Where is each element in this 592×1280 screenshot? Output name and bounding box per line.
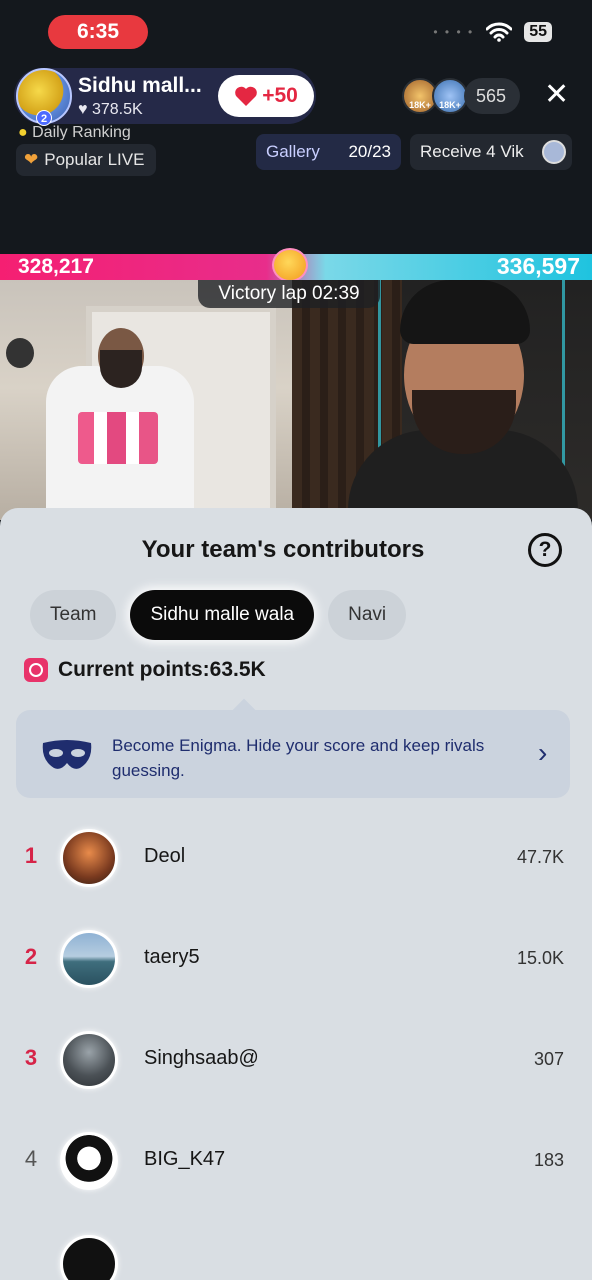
victory-lap-timer: Victory lap 02:39 [198, 280, 380, 308]
heart-icon [235, 86, 257, 106]
gallery-count: 20/23 [348, 142, 391, 161]
rank-number: 3 [24, 1045, 38, 1070]
receive-chip[interactable]: Receive 4 Vik [410, 134, 572, 170]
receive-label: Receive 4 Vik [420, 142, 524, 161]
tab-team[interactable]: Team [30, 590, 117, 640]
daily-ranking-label: Daily Ranking [32, 124, 131, 140]
battle-emoji-icon [272, 248, 308, 282]
wifi-icon [486, 22, 513, 42]
video-prop [6, 338, 34, 368]
status-icons: • • • • 55 [433, 22, 552, 42]
avatar[interactable] [60, 1235, 118, 1280]
tab-sidhu-malle-wala[interactable]: Sidhu malle wala [130, 590, 315, 640]
left-host-video[interactable] [0, 280, 292, 520]
contributor-name: Deol [144, 845, 186, 867]
follow-button[interactable]: +50 [218, 75, 314, 117]
list-item[interactable] [0, 1227, 592, 1280]
host-name: Sidhu mall... [78, 74, 202, 97]
top-viewers[interactable]: 18K+ 18K+ 565 [402, 78, 521, 114]
tab-navi[interactable]: Navi [328, 590, 407, 640]
signal-dots-icon: • • • • [433, 25, 475, 39]
list-item[interactable]: 4 BIG_K47 183 [0, 1126, 592, 1196]
team-tabs: Team Sidhu malle wala Navi [30, 590, 407, 640]
contributor-score: 307 [533, 1049, 564, 1069]
mask-icon [42, 740, 92, 769]
rank-number: 1 [24, 843, 38, 868]
rank-number: 2 [24, 944, 38, 969]
host-likes: ♥ 378.5K [78, 101, 143, 119]
avatar[interactable] [60, 1031, 118, 1089]
contributor-name: taery5 [144, 946, 200, 968]
daily-ranking[interactable]: ● Daily Ranking [18, 124, 131, 140]
popular-live-label: Popular LIVE [44, 150, 145, 169]
follow-label: +50 [262, 84, 298, 107]
avatar[interactable] [60, 829, 118, 887]
alarm-clock-icon [24, 658, 48, 682]
contributor-name: BIG_K47 [144, 1148, 226, 1170]
gallery-chip[interactable]: Gallery 20/23 [256, 134, 401, 170]
panel-title: Your team's contributors [141, 536, 425, 563]
right-host-video[interactable] [292, 280, 592, 520]
status-time: 6:35 [48, 15, 148, 49]
list-item[interactable]: 2 taery5 15.0K [0, 924, 592, 994]
rank-number: 4 [24, 1146, 38, 1171]
contributor-score: 15.0K [516, 948, 564, 968]
enigma-banner[interactable]: Become Enigma. Hide your score and keep … [16, 710, 570, 798]
contributor-name: Singhsaab@ [144, 1047, 259, 1069]
list-item[interactable]: 3 Singhsaab@ 307 [0, 1025, 592, 1095]
enigma-text: Become Enigma. Hide your score and keep … [112, 736, 485, 780]
host-likes-count: 378.5K [91, 101, 143, 118]
battery-indicator: 55 [524, 22, 552, 42]
right-team-score: 336,597 [496, 253, 580, 279]
help-icon[interactable]: ? [528, 533, 562, 567]
current-points: Current points:63.5K [24, 658, 266, 682]
shirt-print [78, 412, 158, 464]
contributors-panel: Your team's contributors ? Team Sidhu ma… [0, 508, 592, 1280]
gallery-label: Gallery [266, 142, 320, 161]
list-item[interactable]: 1 Deol 47.7K [0, 823, 592, 893]
close-icon[interactable]: ✕ [544, 80, 569, 110]
broken-heart-icon: ❤ [24, 150, 39, 169]
streamer-cap [400, 280, 530, 344]
left-team-score: 328,217 [18, 255, 94, 278]
viewer-count[interactable]: 565 [464, 78, 521, 114]
viewer-avatar[interactable]: 18K+ [432, 78, 468, 114]
ranking-dot-icon: ● [18, 124, 33, 140]
contributor-score: 183 [533, 1150, 564, 1170]
popular-live-chip[interactable]: ❤ Popular LIVE [16, 144, 157, 176]
contributor-score: 47.7K [516, 847, 564, 867]
avatar[interactable] [60, 930, 118, 988]
avatar[interactable] [60, 1132, 118, 1190]
current-points-label: Current points:63.5K [58, 658, 266, 681]
chevron-right-icon[interactable]: › [538, 737, 547, 769]
badge-icon [542, 140, 566, 164]
heart-icon: ♥ [78, 101, 92, 118]
